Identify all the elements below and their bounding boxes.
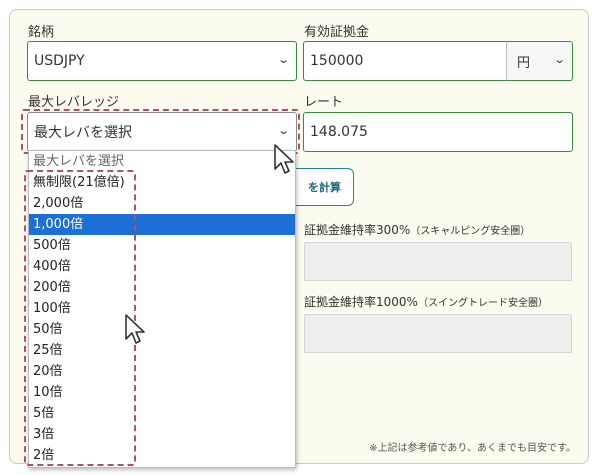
margin-input-value: 150000	[310, 53, 364, 69]
mouse-pointer-icon	[125, 314, 145, 344]
margin-label: 有効証拠金	[304, 25, 370, 40]
mouse-pointer-icon	[274, 144, 294, 174]
chevron-down-icon: ⌄	[276, 53, 290, 66]
rate-input-value: 148.075	[310, 124, 368, 140]
symbol-select[interactable]: USDJPY ⌄	[27, 41, 297, 81]
calculate-button-label: を計算	[308, 181, 341, 194]
leverage-label: 最大レバレッジ	[28, 95, 120, 110]
ratio300-output	[304, 242, 572, 281]
ratio300-label: 証拠金維持率300%（スキャルピング安全圏）	[304, 221, 530, 238]
ratio1000-label-sub: （スイングトレード安全圏）	[417, 298, 548, 309]
rate-label: レート	[304, 95, 344, 110]
margin-input[interactable]: 150000	[303, 41, 507, 81]
leverage-select-highlight	[21, 109, 300, 154]
ratio300-label-text: 証拠金維持率300%	[304, 223, 411, 237]
symbol-label: 銘柄	[28, 25, 55, 40]
rate-input[interactable]: 148.075	[303, 112, 573, 152]
ratio1000-output	[304, 314, 572, 353]
currency-unit-value: 円	[517, 55, 531, 71]
leverage-list-highlight	[24, 170, 136, 466]
chevron-down-icon: ⌄	[552, 53, 566, 66]
ratio1000-label: 証拠金維持率1000%（スイングトレード安全圏）	[304, 293, 548, 310]
symbol-select-value: USDJPY	[34, 53, 85, 69]
ratio1000-label-text: 証拠金維持率1000%	[304, 295, 418, 309]
disclaimer-note: ※上記は参考値であり、あくまでも目安です。	[369, 443, 576, 454]
leverage-option[interactable]: 最大レバを選択	[29, 151, 295, 172]
currency-unit-select[interactable]: 円 ⌄	[506, 41, 573, 81]
ratio300-label-sub: （スキャルピング安全圏）	[410, 226, 531, 237]
